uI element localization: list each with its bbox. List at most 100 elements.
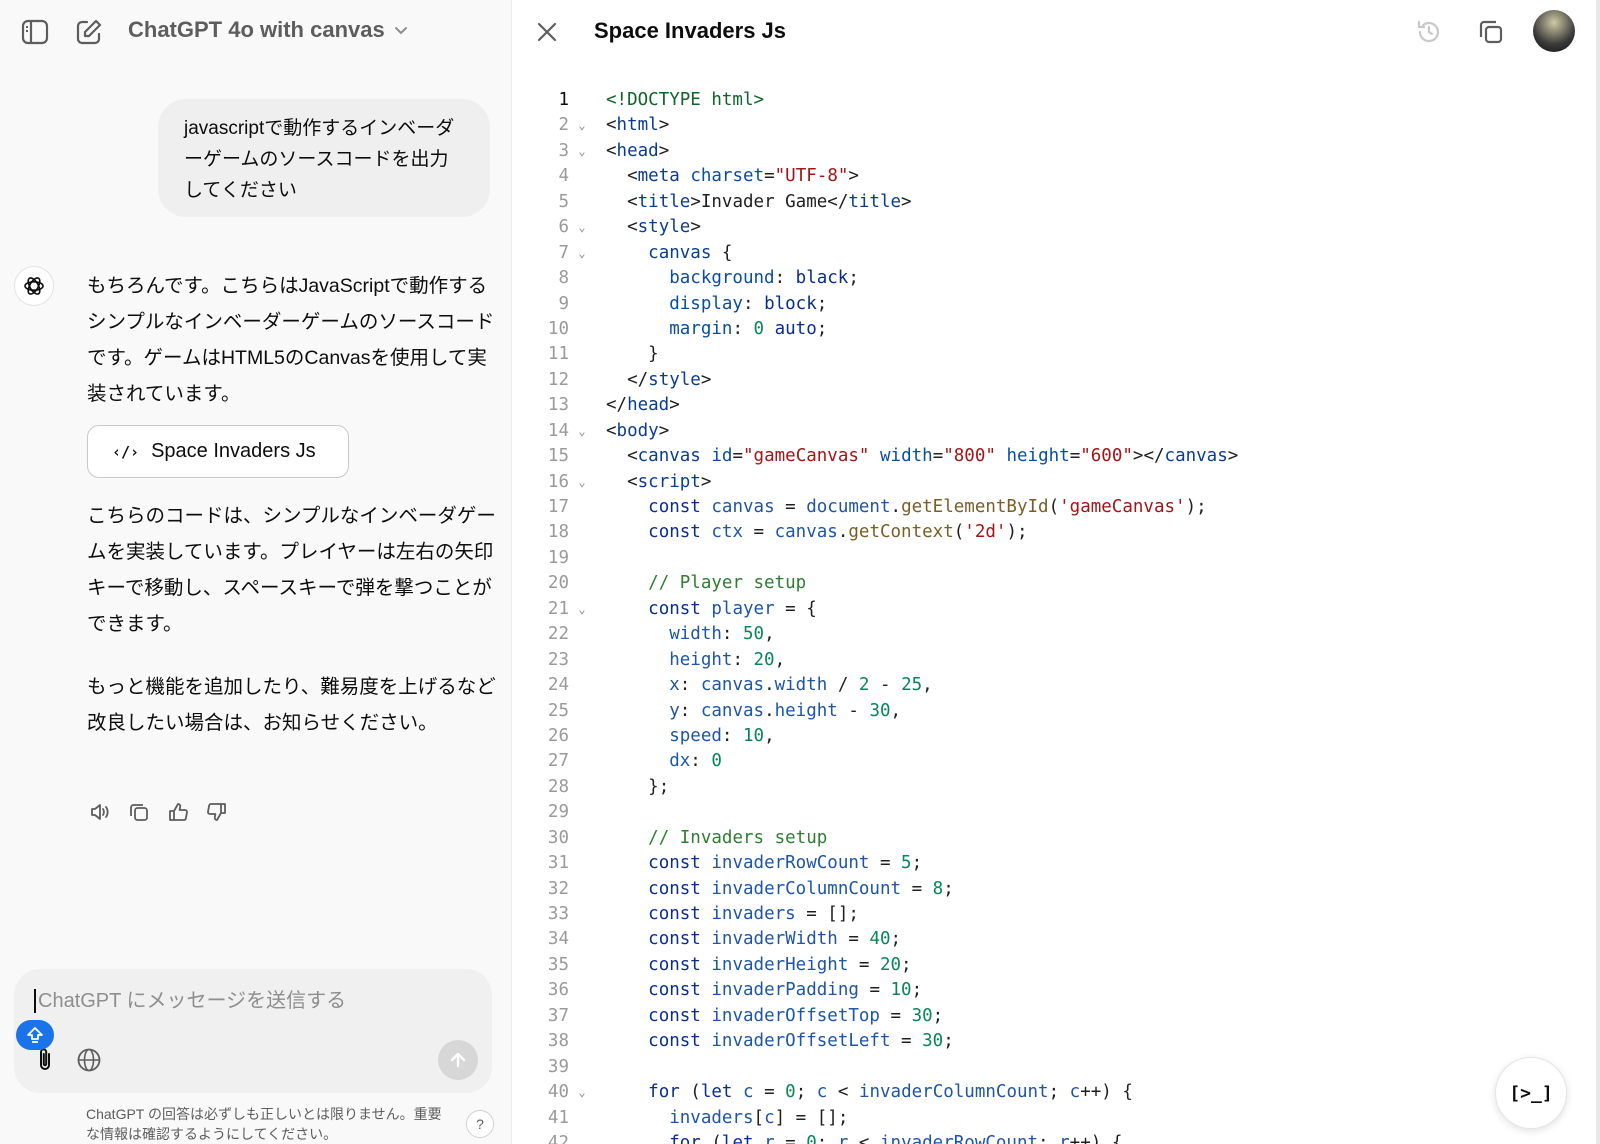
code-token: ; (911, 980, 923, 1001)
code-line[interactable]: 32 const invaderColumnCount = 8; (513, 877, 1583, 902)
code-line[interactable]: 36 const invaderPadding = 10; (513, 978, 1583, 1003)
code-line[interactable]: 3 ⌄ <head> (513, 139, 1583, 164)
chat-panel: ChatGPT 4o with canvas javascriptで動作するイン… (0, 0, 512, 1144)
thumbs-up-icon[interactable] (166, 800, 190, 824)
line-number: 19 (547, 547, 569, 568)
code-line[interactable]: 11 } (513, 342, 1583, 367)
code-text: } (606, 342, 659, 367)
code-line[interactable]: 14 ⌄ <body> (513, 419, 1583, 444)
code-line[interactable]: 20 // Player setup (513, 571, 1583, 596)
code-line[interactable]: 28 }; (513, 775, 1583, 800)
code-line[interactable]: 6 ⌄ <style> (513, 215, 1583, 240)
code-line[interactable]: 29 (513, 800, 1583, 825)
code-token: . (764, 700, 775, 721)
code-line[interactable]: 7 ⌄ canvas { (513, 241, 1583, 266)
code-token: c (764, 1107, 775, 1128)
code-line[interactable]: 42 ⌄ for (let r = 0; r < invaderRowCount;… (513, 1131, 1583, 1144)
code-line[interactable]: 2 ⌄ <html> (513, 113, 1583, 138)
code-line[interactable]: 23 height: 20, (513, 648, 1583, 673)
code-line[interactable]: 5 <title>Invader Game</title> (513, 190, 1583, 215)
fold-chevron-icon[interactable]: ⌄ (575, 1131, 589, 1144)
code-line[interactable]: 4 <meta charset="UTF-8"> (513, 164, 1583, 189)
canvas-panel: Space Invaders Js 1 <!DOCTYPE html> 2 ⌄ <htm… (513, 0, 1600, 1144)
code-token: : (774, 268, 796, 289)
code-line[interactable]: 13 </head> (513, 393, 1583, 418)
fold-chevron-icon[interactable]: ⌄ (575, 113, 589, 138)
fold-chevron-icon[interactable]: ⌄ (575, 139, 589, 164)
code-line[interactable]: 19 (513, 546, 1583, 571)
code-token: . (837, 522, 849, 543)
code-token: < (848, 1132, 880, 1144)
code-editor[interactable]: 1 <!DOCTYPE html> 2 ⌄ <html> 3 ⌄ <head> 4 <meta … (513, 88, 1583, 1144)
code-line[interactable]: 30 // Invaders setup (513, 826, 1583, 851)
code-line[interactable]: 27 dx: 0 (513, 749, 1583, 774)
help-button[interactable]: ? (466, 1110, 494, 1138)
thumbs-down-icon[interactable] (205, 800, 229, 824)
fold-chevron-icon[interactable]: ⌄ (575, 1080, 589, 1105)
code-line[interactable]: 17 const canvas = document.getElementByI… (513, 495, 1583, 520)
code-token: invaderRowCount (711, 853, 870, 874)
line-number: 33 (547, 904, 569, 924)
line-number: 17 (547, 497, 569, 517)
code-line[interactable]: 22 width: 50, (513, 622, 1583, 647)
code-token: "UTF-8" (774, 166, 849, 187)
code-line[interactable]: 21 ⌄ const player = { (513, 597, 1583, 622)
canvas-document-button[interactable]: ‹/› Space Invaders Js (87, 425, 349, 478)
code-line[interactable]: 41 invaders[c] = []; (513, 1106, 1583, 1131)
line-number: 34 (547, 929, 569, 950)
copy-document-icon[interactable] (1475, 16, 1507, 48)
close-icon[interactable] (531, 16, 563, 48)
code-token: = (932, 446, 944, 467)
model-selector[interactable]: ChatGPT 4o with canvas (128, 17, 409, 43)
code-text: <meta charset="UTF-8"> (606, 164, 859, 189)
copy-icon[interactable] (127, 800, 151, 824)
sidebar-toggle-icon[interactable] (18, 16, 52, 48)
code-line[interactable]: 15 <canvas id="gameCanvas" width="800" h… (513, 444, 1583, 469)
code-line[interactable]: 37 const invaderOffsetTop = 30; (513, 1004, 1583, 1029)
code-line[interactable]: 25 y: canvas.height - 30, (513, 699, 1583, 724)
shortcut-badge-icon[interactable] (16, 1020, 54, 1050)
code-line[interactable]: 10 margin: 0 auto; (513, 317, 1583, 342)
code-line[interactable]: 16 ⌄ <script> (513, 470, 1583, 495)
code-line[interactable]: 33 const invaders = []; (513, 902, 1583, 927)
code-actions-button[interactable]: [>_] (1495, 1057, 1567, 1129)
new-chat-icon[interactable] (72, 16, 106, 48)
code-text: const invaderColumnCount = 8; (606, 877, 954, 902)
code-line[interactable]: 26 speed: 10, (513, 724, 1583, 749)
code-text: speed: 10, (606, 724, 774, 749)
globe-icon[interactable] (74, 1045, 104, 1075)
code-text: const canvas = document.getElementById('… (606, 495, 1206, 520)
code-line[interactable]: 40 ⌄ for (let c = 0; c < invaderColumnCou… (513, 1080, 1583, 1105)
fold-chevron-icon[interactable]: ⌄ (575, 597, 589, 622)
read-aloud-icon[interactable] (88, 800, 112, 824)
code-line[interactable]: 35 const invaderHeight = 20; (513, 953, 1583, 978)
message-input[interactable]: ChatGPT にメッセージを送信する (34, 989, 454, 1013)
fold-chevron-icon[interactable]: ⌄ (575, 215, 589, 240)
code-token: const (648, 522, 701, 543)
code-line[interactable]: 1 <!DOCTYPE html> (513, 88, 1583, 113)
send-button[interactable] (438, 1040, 478, 1080)
code-line[interactable]: 24 x: canvas.width / 2 - 25, (513, 673, 1583, 698)
history-icon[interactable] (1413, 16, 1445, 48)
user-avatar[interactable] (1533, 10, 1575, 52)
code-line[interactable]: 31 const invaderRowCount = 5; (513, 851, 1583, 876)
code-line[interactable]: 9 display: block; (513, 292, 1583, 317)
fold-chevron-icon[interactable]: ⌄ (575, 419, 589, 444)
fold-chevron-icon[interactable]: ⌄ (575, 241, 589, 266)
code-line[interactable]: 38 const invaderOffsetLeft = 30; (513, 1029, 1583, 1054)
code-line[interactable]: 8 background: black; (513, 266, 1583, 291)
code-token: . (890, 497, 902, 517)
code-token: = (879, 1005, 912, 1026)
code-line[interactable]: 34 const invaderWidth = 40; (513, 927, 1583, 952)
code-token: <!DOCTYPE html> (606, 90, 765, 110)
code-token: ] = []; (774, 1107, 849, 1128)
fold-chevron-icon[interactable]: ⌄ (575, 470, 589, 495)
scrollbar[interactable] (1596, 0, 1600, 1144)
code-token: > (1227, 446, 1239, 467)
code-token: canvas (700, 700, 765, 721)
code-line[interactable]: 18 const ctx = canvas.getContext('2d'); (513, 520, 1583, 545)
code-line[interactable]: 12 </style> (513, 368, 1583, 393)
code-text: const invaderPadding = 10; (606, 978, 922, 1003)
code-line[interactable]: 39 (513, 1055, 1583, 1080)
